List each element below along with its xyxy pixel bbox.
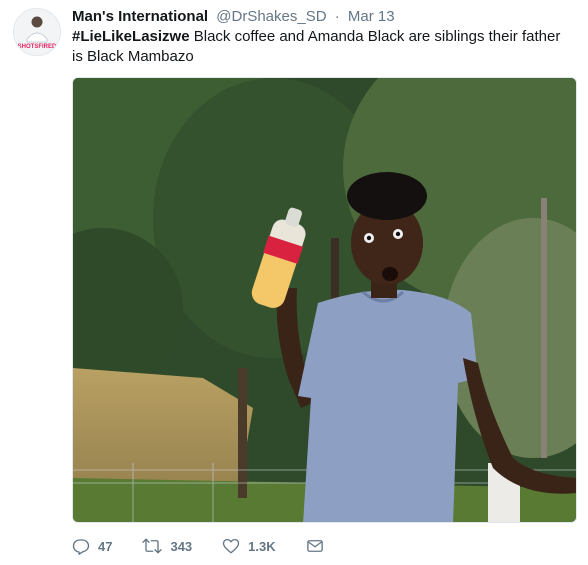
- reply-count: 47: [98, 538, 113, 554]
- tweet-date[interactable]: Mar 13: [348, 8, 395, 25]
- like-count: 1.3K: [248, 538, 276, 554]
- tweet-header: Man's International @DrShakes_SD · Mar 1…: [72, 7, 395, 26]
- avatar-image: SHOTSFIRED: [14, 9, 60, 55]
- retweet-icon: [142, 538, 163, 554]
- like-button[interactable]: 1.3K: [222, 537, 276, 555]
- photo-image: [73, 78, 576, 522]
- envelope-icon: [306, 540, 323, 552]
- hashtag-link[interactable]: #LieLikeLasizwe: [72, 28, 190, 45]
- retweet-count: 343: [170, 538, 193, 554]
- tweet-actions: 47 343 1.3K: [72, 536, 362, 556]
- tweet: SHOTSFIRED Man's International @DrShakes…: [0, 0, 588, 565]
- author-handle[interactable]: @DrShakes_SD: [216, 8, 326, 25]
- avatar[interactable]: SHOTSFIRED: [13, 8, 61, 56]
- reply-icon: [72, 539, 90, 555]
- separator: ·: [334, 8, 340, 25]
- tweet-text: #LieLikeLasizwe Black coffee and Amanda …: [72, 27, 572, 67]
- retweet-button[interactable]: 343: [142, 537, 192, 555]
- author-name[interactable]: Man's International: [72, 8, 208, 25]
- reply-button[interactable]: 47: [72, 537, 112, 555]
- tweet-photo[interactable]: [72, 77, 577, 523]
- direct-message-button[interactable]: [306, 537, 332, 555]
- avatar-caption: SHOTSFIRED: [18, 44, 57, 50]
- heart-icon: [222, 538, 240, 554]
